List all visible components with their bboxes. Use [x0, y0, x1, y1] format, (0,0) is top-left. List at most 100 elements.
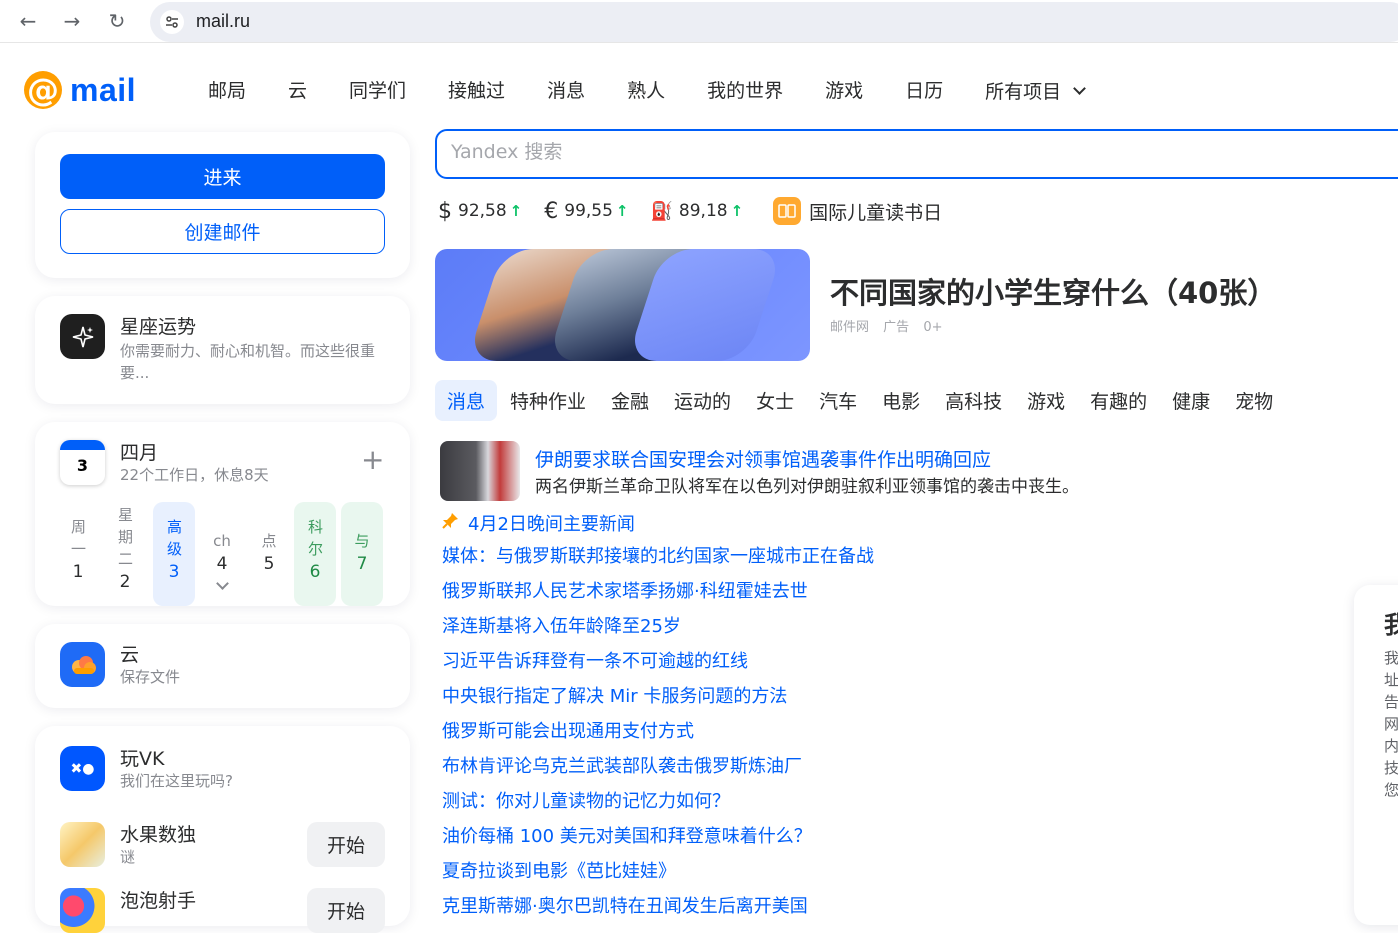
tab-pets[interactable]: 宠物: [1235, 387, 1273, 414]
news-item[interactable]: 俄罗斯联邦人民艺术家塔季扬娜·科纽霍娃去世: [442, 578, 874, 613]
back-button[interactable]: ←: [15, 8, 41, 34]
forward-button[interactable]: →: [59, 8, 85, 34]
pin-icon: [440, 511, 460, 536]
nav-item-news[interactable]: 消息: [547, 76, 585, 104]
day-number: 6: [309, 562, 321, 582]
tab-games[interactable]: 游戏: [1027, 387, 1065, 414]
login-button[interactable]: 进来: [60, 154, 385, 199]
fruit-sudoku-icon[interactable]: [60, 822, 105, 867]
news-item[interactable]: 中央银行指定了解决 Mir 卡服务问题的方法: [442, 683, 874, 718]
games-title[interactable]: 玩VK: [120, 744, 164, 771]
lead-news-subtitle: 两名伊斯兰革命卫队将军在以色列对伊朗驻叙利亚领事馆的袭击中丧生。: [535, 477, 1079, 497]
promo-title[interactable]: 不同国家的小学生穿什么（40张）: [830, 270, 1276, 312]
calendar-day[interactable]: 点 5: [248, 502, 290, 606]
logo-text: mail: [70, 71, 137, 108]
age-rating: 0+: [923, 320, 943, 335]
forward-arrow-icon: →: [63, 9, 81, 33]
news-item[interactable]: 俄罗斯可能会出现通用支付方式: [442, 718, 874, 753]
tab-finance[interactable]: 金融: [611, 387, 649, 414]
game-title[interactable]: 泡泡射手: [120, 886, 196, 913]
news-item[interactable]: 习近平告诉拜登有一条不可逾越的红线: [442, 648, 874, 683]
calendar-day-weekend[interactable]: 与 7: [341, 502, 383, 606]
promo-source: 邮件网: [830, 320, 870, 335]
news-item[interactable]: 克里斯蒂娜·奥尔巴凯特在丑闻发生后离开美国: [442, 893, 874, 928]
start-game-button[interactable]: 开始: [307, 822, 385, 867]
lead-news-image[interactable]: [440, 441, 520, 501]
arrow-up-icon: ↑: [615, 202, 629, 220]
tab-fun[interactable]: 有趣的: [1090, 387, 1147, 414]
nav-item-mail[interactable]: 邮局: [208, 76, 246, 104]
rate-usd[interactable]: $ 92,58 ↑: [438, 199, 522, 224]
game-title[interactable]: 水果数独: [120, 820, 196, 847]
sparkle-icon: [60, 314, 105, 359]
day-label: 科尔: [308, 518, 324, 558]
holiday-link[interactable]: 国际儿童读书日: [773, 197, 942, 225]
news-item[interactable]: 夏奇拉谈到电影《芭比娃娃》: [442, 858, 874, 893]
dollar-icon: $: [438, 198, 452, 224]
day-label: 高级: [167, 518, 183, 558]
news-item[interactable]: 布林肯评论乌克兰武装部队袭击俄罗斯炼油厂: [442, 753, 874, 788]
day-number: 7: [356, 554, 368, 574]
calendar-day[interactable]: 周一 1: [57, 502, 99, 606]
create-mail-button[interactable]: 创建邮件: [60, 209, 385, 254]
pinned-news[interactable]: 4月2日晚间主要新闻: [440, 510, 635, 536]
bubble-shooter-icon[interactable]: [60, 888, 105, 933]
calendar-day[interactable]: 星期二 2: [104, 502, 146, 606]
search-input[interactable]: [451, 141, 1351, 163]
calendar-day-weekend[interactable]: 科尔 6: [294, 502, 336, 606]
rate-eur[interactable]: € 99,55 ↑: [544, 199, 628, 224]
all-projects-menu[interactable]: 所有项目: [985, 76, 1087, 104]
tab-health[interactable]: 健康: [1172, 387, 1210, 414]
news-item[interactable]: 测试：你对儿童读物的记忆力如何？: [442, 788, 874, 823]
news-item[interactable]: 泽连斯基将入伍年龄降至25岁: [442, 613, 874, 648]
news-item[interactable]: 媒体：与俄罗斯联邦接壤的北约国家一座城市正在备战: [442, 543, 874, 578]
news-item[interactable]: 油价每桶 100 美元对美国和拜登意味着什么？: [442, 823, 874, 858]
cloud-icon: [60, 642, 105, 687]
add-event-button[interactable]: +: [361, 446, 384, 474]
nav-item-games[interactable]: 游戏: [825, 76, 863, 104]
nav-item-vk[interactable]: 接触过: [448, 76, 505, 104]
promo-image[interactable]: [435, 249, 810, 361]
all-projects-label: 所有项目: [985, 80, 1062, 103]
arrow-up-icon: ↑: [730, 202, 744, 220]
calendar-card: 3 四月 22个工作日，休息8天 + 周一 1 星期二 2 高级 3 ch 4 …: [35, 422, 410, 606]
calendar-summary: 22个工作日，休息8天: [120, 466, 269, 484]
rate-value: 99,55: [564, 201, 613, 221]
tab-lady[interactable]: 女士: [756, 387, 794, 414]
tab-movies[interactable]: 电影: [882, 387, 920, 414]
site-settings-icon[interactable]: [160, 10, 184, 34]
tab-sport[interactable]: 运动的: [674, 387, 731, 414]
rates-bar: $ 92,58 ↑ € 99,55 ↑ ⛽ 89,18 ↑ 国际儿童读书日: [438, 196, 964, 226]
day-number: 3: [168, 562, 180, 582]
horoscope-card[interactable]: 星座运势 你需要耐力、耐心和机智。而这些很重要...: [35, 296, 410, 404]
nav-item-cloud[interactable]: 云: [288, 76, 307, 104]
holiday-text: 国际儿童读书日: [809, 201, 943, 224]
day-number: 2: [119, 572, 131, 592]
lead-news-title[interactable]: 伊朗要求联合国安理会对领事馆遇袭事件作出明确回应: [535, 445, 991, 472]
nav-item-my-world[interactable]: 我的世界: [707, 76, 783, 104]
calendar-day-today[interactable]: 高级 3: [153, 502, 195, 606]
reload-icon: ↻: [108, 9, 126, 33]
nav-item-classmates[interactable]: 同学们: [349, 76, 406, 104]
nav-item-dating[interactable]: 熟人: [627, 76, 665, 104]
calendar-day[interactable]: ch 4: [201, 502, 243, 606]
at-sign-icon: @: [24, 71, 62, 109]
browser-toolbar: ← → ↻ mail.ru: [0, 0, 1398, 43]
nav-item-calendar[interactable]: 日历: [905, 76, 943, 104]
tab-auto[interactable]: 汽车: [819, 387, 857, 414]
auth-card: 进来 创建邮件: [35, 132, 410, 278]
horoscope-title: 星座运势: [120, 316, 197, 338]
reload-button[interactable]: ↻: [104, 8, 130, 34]
calendar-icon-day: 3: [76, 456, 89, 475]
cloud-card[interactable]: 云 保存文件: [35, 624, 410, 708]
chevron-down-icon: [215, 577, 229, 590]
start-game-button[interactable]: 开始: [307, 888, 385, 933]
mail-logo[interactable]: @ mail: [24, 70, 136, 110]
games-subtitle: 我们在这里玩吗?: [120, 772, 233, 790]
tab-hitech[interactable]: 高科技: [945, 387, 1002, 414]
rate-fuel[interactable]: ⛽ 89,18 ↑: [651, 201, 744, 222]
address-bar[interactable]: mail.ru: [150, 2, 1398, 42]
pinned-news-title: 4月2日晚间主要新闻: [468, 514, 635, 535]
tab-special-ops[interactable]: 特种作业: [510, 387, 586, 414]
tab-news[interactable]: 消息: [435, 379, 498, 421]
